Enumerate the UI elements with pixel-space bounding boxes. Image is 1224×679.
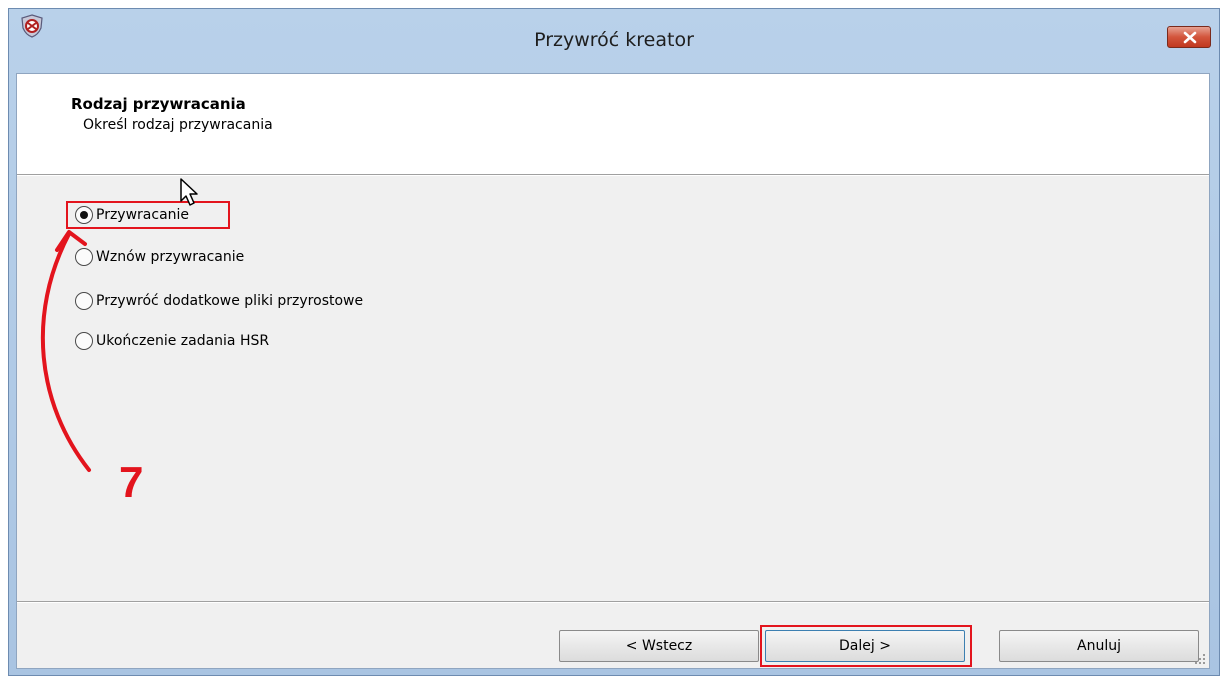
- header-divider: [17, 174, 1209, 176]
- annotation-highlight-box: [66, 201, 230, 229]
- option-resume-restore-label: Wznów przywracanie: [96, 249, 245, 265]
- title-bar[interactable]: Przywróć kreator: [9, 9, 1219, 73]
- option-restore-incremental-label: Przywróć dodatkowe pliki przyrostowe: [96, 293, 364, 309]
- close-icon: [1183, 31, 1197, 44]
- wizard-window: Przywróć kreator Rodzaj przywracania Okr…: [8, 8, 1220, 676]
- close-button[interactable]: [1167, 26, 1211, 48]
- radio-resume-restore[interactable]: [75, 248, 93, 266]
- radio-hsr-finish[interactable]: [75, 332, 93, 350]
- option-resume-restore[interactable]: Wznów przywracanie: [75, 246, 244, 268]
- option-restore-incremental[interactable]: Przywróć dodatkowe pliki przyrostowe: [75, 290, 363, 312]
- radio-restore-incremental[interactable]: [75, 292, 93, 310]
- option-hsr-finish-label: Ukończenie zadania HSR: [96, 333, 270, 349]
- cancel-button[interactable]: Anuluj: [999, 630, 1199, 662]
- wizard-header: Rodzaj przywracania Określ rodzaj przywr…: [17, 74, 1209, 174]
- page-subtitle: Określ rodzaj przywracania: [83, 117, 273, 133]
- page-title: Rodzaj przywracania: [71, 95, 246, 113]
- window-title: Przywróć kreator: [534, 29, 694, 51]
- wizard-client-area: Rodzaj przywracania Określ rodzaj przywr…: [16, 73, 1210, 669]
- back-button[interactable]: < Wstecz: [559, 630, 759, 662]
- annotation-step-number: 7: [119, 458, 144, 507]
- next-button[interactable]: Dalej >: [765, 630, 965, 662]
- mouse-cursor-icon: [180, 178, 198, 206]
- option-hsr-finish[interactable]: Ukończenie zadania HSR: [75, 330, 269, 352]
- resize-grip-icon[interactable]: [1194, 653, 1206, 665]
- footer-divider: [17, 601, 1209, 603]
